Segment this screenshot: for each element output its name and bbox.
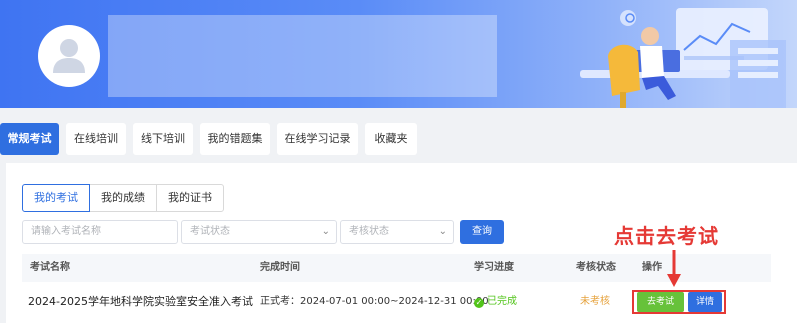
header-review-status: 考核状态 xyxy=(576,262,616,273)
chevron-down-icon: ⌄ xyxy=(321,226,330,237)
user-icon xyxy=(53,39,85,73)
avatar[interactable] xyxy=(38,25,100,87)
header-exam-name: 考试名称 xyxy=(30,262,70,273)
header-actions: 操作 xyxy=(642,262,662,273)
tab-online-training[interactable]: 在线培训 xyxy=(66,123,126,155)
detail-button[interactable]: 详情 xyxy=(688,292,722,312)
review-status: 未考核 xyxy=(580,296,610,307)
sub-tabs: 我的考试 我的成绩 我的证书 xyxy=(22,184,224,212)
exam-name-placeholder: 请输入考试名称 xyxy=(31,226,101,237)
table-header: 考试名称 完成时间 学习进度 考核状态 操作 xyxy=(22,254,771,282)
exam-status-placeholder: 考试状态 xyxy=(190,226,230,237)
annotation-text: 点击去考试 xyxy=(614,224,719,248)
subtab-my-exams[interactable]: 我的考试 xyxy=(22,184,90,212)
tab-favorites[interactable]: 收藏夹 xyxy=(365,123,417,155)
tab-wrong-questions[interactable]: 我的错题集 xyxy=(200,123,270,155)
annotation-arrow-icon xyxy=(667,250,681,287)
banner-illustration xyxy=(580,8,786,108)
exam-time: 正式考：2024-07-01 00:00~2024-12-31 00:00 xyxy=(260,296,489,307)
go-exam-button[interactable]: 去考试 xyxy=(637,292,684,312)
subtab-my-certificates[interactable]: 我的证书 xyxy=(156,184,224,212)
exam-status-select[interactable]: 考试状态 ⌄ xyxy=(181,220,337,244)
header-complete-time: 完成时间 xyxy=(260,262,300,273)
main-tabs: 常规考试 在线培训 线下培训 我的错题集 在线学习记录 收藏夹 xyxy=(0,123,797,155)
exam-name-input[interactable]: 请输入考试名称 xyxy=(22,220,178,244)
tab-online-learning-records[interactable]: 在线学习记录 xyxy=(277,123,358,155)
review-status-placeholder: 考核状态 xyxy=(349,226,389,237)
tab-offline-training[interactable]: 线下培训 xyxy=(133,123,193,155)
exam-name: 2024-2025学年地科学院实验室安全准入考试 xyxy=(28,295,253,308)
progress-status: ✓ 已完成 xyxy=(474,284,517,320)
user-info-redacted xyxy=(108,15,497,97)
check-circle-icon: ✓ xyxy=(474,298,484,308)
header-progress: 学习进度 xyxy=(474,262,514,273)
query-button[interactable]: 查询 xyxy=(460,220,504,244)
progress-text: 已完成 xyxy=(487,296,517,307)
profile-banner xyxy=(0,0,797,108)
subtab-my-scores[interactable]: 我的成绩 xyxy=(89,184,157,212)
chevron-down-icon: ⌄ xyxy=(438,226,447,237)
tab-regular-exam[interactable]: 常规考试 xyxy=(0,123,59,155)
review-status-select[interactable]: 考核状态 ⌄ xyxy=(340,220,454,244)
